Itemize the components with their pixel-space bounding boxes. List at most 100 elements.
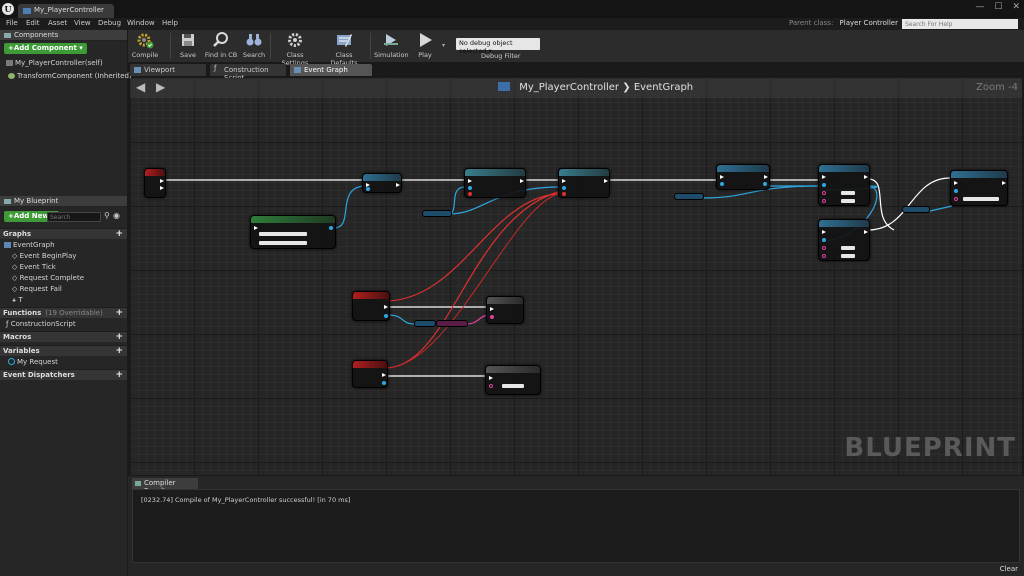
print-string-node[interactable] <box>485 365 541 395</box>
compiler-results-tab[interactable]: Compiler Results <box>132 478 198 495</box>
clear-button[interactable]: Clear <box>1000 565 1018 573</box>
my-blueprint-search-input[interactable] <box>47 212 101 222</box>
search-icon[interactable]: ⚲ <box>104 211 110 220</box>
exec-pin[interactable] <box>489 376 493 380</box>
event-dispatchers-category[interactable]: Event Dispatchers + <box>0 369 127 380</box>
add-dispatcher-icon[interactable]: + <box>115 370 123 380</box>
exec-pin[interactable] <box>864 230 868 234</box>
search-button[interactable]: Search <box>241 31 267 62</box>
forward-arrow-icon[interactable]: ▶ <box>156 80 165 94</box>
request-pin[interactable] <box>384 314 388 318</box>
target-pin[interactable] <box>720 182 724 186</box>
target-pin[interactable] <box>562 186 566 190</box>
request-fail-event-node[interactable] <box>352 360 388 388</box>
my-blueprint-tab[interactable]: My Blueprint <box>0 196 127 207</box>
eye-icon[interactable]: ◉ <box>113 211 120 220</box>
bind-event-on-complete-node[interactable] <box>464 168 526 198</box>
in-string-pin[interactable] <box>489 384 493 388</box>
event-pin[interactable] <box>562 192 566 196</box>
menu-file[interactable]: File <box>6 19 18 27</box>
my-request-getter-node[interactable] <box>422 210 452 217</box>
exec-pin[interactable] <box>468 179 472 183</box>
set-string-field-node[interactable] <box>818 164 870 206</box>
print-string-node[interactable] <box>486 296 524 324</box>
url-pin[interactable] <box>954 197 958 201</box>
menu-debug[interactable]: Debug <box>98 19 121 27</box>
my-request-getter-node[interactable] <box>902 206 930 213</box>
minimize-button[interactable]: — <box>975 2 984 12</box>
debug-object-select[interactable]: No debug object selected ▾ <box>456 38 540 55</box>
exec-pin[interactable] <box>384 305 388 309</box>
input-key-event-node[interactable] <box>144 168 166 198</box>
return-value-pin[interactable] <box>329 226 333 230</box>
save-button[interactable]: Save <box>176 31 200 62</box>
exec-pin[interactable] <box>160 179 164 183</box>
menu-view[interactable]: View <box>74 19 91 27</box>
graph-item-t[interactable]: ⚹ T <box>12 296 23 305</box>
maximize-button[interactable]: ☐ <box>994 2 1002 12</box>
exec-pin[interactable] <box>1002 181 1006 185</box>
exec-pin[interactable] <box>520 179 524 183</box>
my-request-getter-node[interactable] <box>674 193 704 200</box>
component-transform[interactable]: TransformComponent (Inherited) <box>8 72 132 80</box>
string-value-field[interactable] <box>841 254 855 258</box>
string-value-field[interactable] <box>841 199 855 203</box>
graph-item-beginplay[interactable]: ◇ Event BeginPlay <box>12 252 76 260</box>
string-value-pin[interactable] <box>822 254 826 258</box>
return-value-pin[interactable] <box>763 182 767 186</box>
graph-item-request-fail[interactable]: ◇ Request Fail <box>12 285 62 293</box>
request-type-field[interactable] <box>259 241 307 245</box>
exec-pin[interactable] <box>604 179 608 183</box>
graphs-category[interactable]: Graphs + <box>0 228 127 239</box>
play-button[interactable]: Play <box>412 31 438 62</box>
menu-edit[interactable]: Edit <box>26 19 40 27</box>
field-name-pin[interactable] <box>822 246 826 250</box>
close-button[interactable]: ✕ <box>1012 2 1020 12</box>
in-string-pin[interactable] <box>490 315 494 319</box>
class-settings-button[interactable]: Class Settings <box>274 31 316 67</box>
macros-category[interactable]: Macros + <box>0 331 127 342</box>
document-tab[interactable]: My_PlayerController <box>18 4 114 18</box>
menu-asset[interactable]: Asset <box>48 19 67 27</box>
field-name-value[interactable] <box>841 191 855 195</box>
add-function-icon[interactable]: + <box>115 308 123 318</box>
help-search-input[interactable] <box>902 19 1018 29</box>
in-string-field[interactable] <box>502 384 524 388</box>
find-in-cb-button[interactable]: Find in CB <box>204 31 238 62</box>
target-pin[interactable] <box>822 183 826 187</box>
parent-class-value[interactable]: Player Controller <box>840 19 898 27</box>
breadcrumb-blueprint[interactable]: My_PlayerController <box>519 82 619 93</box>
set-string-field-node[interactable] <box>818 219 870 261</box>
graph-item-tick[interactable]: ◇ Event Tick <box>12 263 56 271</box>
target-pin[interactable] <box>468 186 472 190</box>
breadcrumb-graph[interactable]: EventGraph <box>634 82 693 93</box>
string-value-pin[interactable] <box>822 199 826 203</box>
menu-help[interactable]: Help <box>162 19 178 27</box>
functions-category[interactable]: Functions (19 Overridable) + <box>0 307 127 318</box>
set-variable-node[interactable] <box>362 173 402 193</box>
get-response-content-node[interactable] <box>436 320 468 327</box>
variable-item-my-request[interactable]: My Request <box>8 358 58 366</box>
process-request-node[interactable] <box>950 170 1008 206</box>
add-variable-icon[interactable]: + <box>115 346 123 356</box>
exec-pin[interactable] <box>160 186 164 190</box>
exec-pin[interactable] <box>954 181 958 185</box>
exec-pin[interactable] <box>720 175 724 179</box>
request-complete-event-node[interactable] <box>352 291 390 321</box>
tab-event-graph[interactable]: Event Graph <box>290 64 372 76</box>
class-defaults-button[interactable]: Class Defaults <box>322 31 366 67</box>
set-request-node[interactable] <box>716 164 770 190</box>
tab-viewport[interactable]: Viewport <box>130 64 206 76</box>
request-pin[interactable] <box>382 381 386 385</box>
field-name-value[interactable] <box>841 246 855 250</box>
tab-construction-script[interactable]: ƒ Construction Script <box>210 64 286 82</box>
exec-pin[interactable] <box>562 179 566 183</box>
variables-category[interactable]: Variables + <box>0 345 127 356</box>
exec-pin[interactable] <box>382 373 386 377</box>
compile-button[interactable]: Compile <box>131 31 159 62</box>
graph-item-eventgraph[interactable]: EventGraph <box>4 241 55 249</box>
back-arrow-icon[interactable]: ◀ <box>136 80 145 94</box>
my-request-pin[interactable] <box>366 187 370 191</box>
target-pin[interactable] <box>954 189 958 193</box>
event-pin[interactable] <box>468 192 472 196</box>
